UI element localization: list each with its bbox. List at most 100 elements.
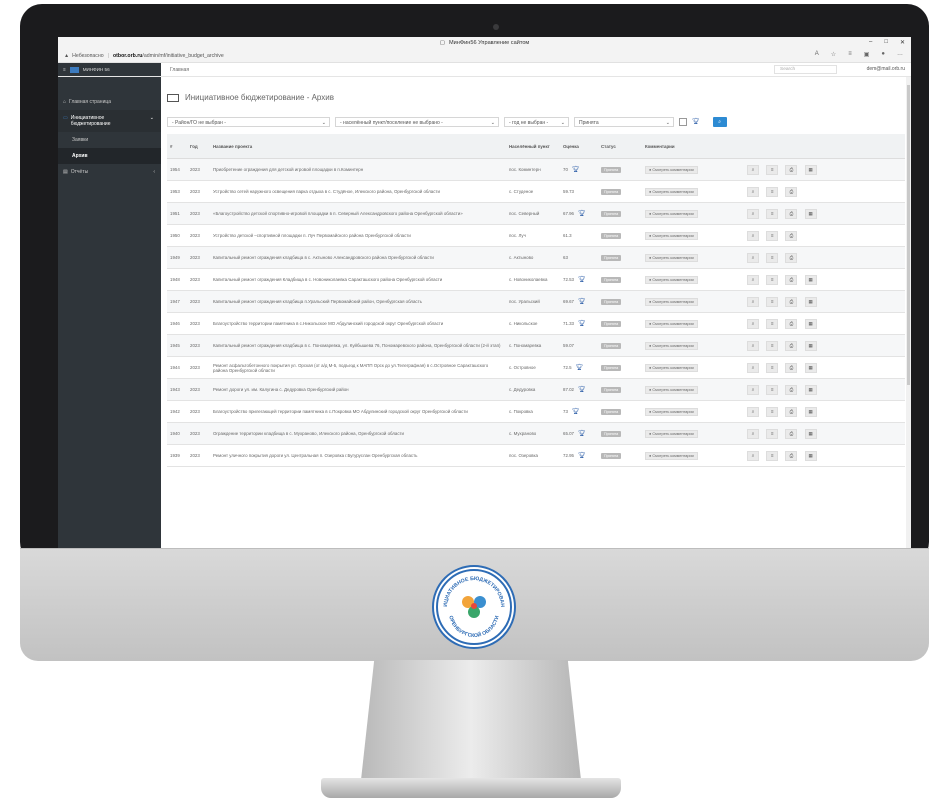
table-row[interactable]: 1940 2023 Ограждение территории кладбища в… [167,422,905,445]
calendar-button[interactable]: ▦ [804,406,817,417]
table-row[interactable]: 1945 2023 Капитальный ремонт ограждения кл… [167,334,905,357]
view-comments-button[interactable]: ● Смотреть комментарии [645,165,698,174]
table-row[interactable]: 1951 2023 «Благоустройство детской спортив… [167,202,905,225]
list-button[interactable]: ≡ [766,186,779,197]
calendar-button[interactable]: ▦ [804,164,817,175]
table-row[interactable]: 1948 2023 Капитальный ремонт ограждения Кл… [167,268,905,291]
view-comments-button[interactable]: ● Смотреть комментарии [645,429,698,438]
list-button[interactable]: ≡ [766,428,779,439]
print-button[interactable]: ⎙ [785,208,798,219]
url-domain[interactable]: otbor.orb.ru [113,53,142,59]
print-button[interactable]: ⎙ [785,230,798,241]
view-button[interactable]: ⌕ [747,318,759,329]
calendar-button[interactable]: ▦ [804,340,817,351]
maximize-icon[interactable]: □ [884,39,888,46]
view-button[interactable]: ⌕ [747,208,759,219]
print-button[interactable]: ⎙ [785,384,798,395]
list-button[interactable]: ≡ [766,252,779,263]
col-comments[interactable]: Комментарии [642,134,744,159]
view-comments-button[interactable]: ● Смотреть комментарии [645,275,698,284]
calendar-button[interactable]: ▦ [804,296,817,307]
scrollbar-thumb[interactable] [907,85,910,385]
calendar-button[interactable]: ▦ [804,362,817,373]
list-button[interactable]: ≡ [766,230,779,241]
sidebar-item-reports[interactable]: ▤ Отчёты ‹ [58,164,161,180]
url-path[interactable]: /admin/mf/initiative_budget_archive [142,53,223,59]
view-button[interactable]: ⌕ [747,406,759,417]
table-row[interactable]: 1954 2023 Приобретение ограждения для детс… [167,158,905,181]
sidebar-item-requests[interactable]: Заявки [58,132,161,148]
menu-toggle-icon[interactable]: ≡ [63,67,66,72]
print-button[interactable]: ⎙ [785,186,798,197]
calendar-button[interactable]: ▦ [804,274,817,285]
view-button[interactable]: ⌕ [747,186,759,197]
list-button[interactable]: ≡ [766,296,779,307]
view-button[interactable]: ⌕ [747,164,759,175]
view-button[interactable]: ⌕ [747,428,759,439]
favorites-bar-icon[interactable]: ≡ [848,51,852,58]
list-button[interactable]: ≡ [766,362,779,373]
year-select[interactable]: - год не выбран - ⌄ [504,116,569,127]
user-email[interactable]: dem@mail.orb.ru [867,66,905,72]
brand[interactable]: ≡ МИНФИН 56 [58,63,161,76]
print-button[interactable]: ⎙ [785,296,798,307]
view-button[interactable]: ⌕ [747,384,759,395]
table-row[interactable]: 1943 2023 Ремонт дороги ул. им. Калугина с… [167,378,905,401]
view-button[interactable]: ⌕ [747,340,759,351]
print-button[interactable]: ⎙ [785,274,798,285]
list-button[interactable]: ≡ [766,450,779,461]
table-row[interactable]: 1939 2023 Ремонт уличного покрытия дороги … [167,444,905,467]
breadcrumb[interactable]: Главная [170,67,189,73]
view-comments-button[interactable]: ● Смотреть комментарии [645,209,698,218]
profile-icon[interactable]: ● [881,51,885,58]
search-button[interactable]: ⌕ [712,116,727,127]
calendar-button[interactable]: ▦ [804,318,817,329]
search-input[interactable]: Search [774,65,837,74]
view-button[interactable]: ⌕ [747,230,759,241]
col-num[interactable]: # [167,134,187,159]
collections-icon[interactable]: ▣ [864,51,870,58]
table-row[interactable]: 1944 2023 Ремонт асфальтобетонного покрыти… [167,356,905,379]
sidebar-item-archive[interactable]: Архив [58,148,161,164]
col-status[interactable]: Статус [598,134,642,159]
col-score[interactable]: Оценка [560,134,598,159]
list-button[interactable]: ≡ [766,274,779,285]
calendar-button[interactable]: ▦ [804,384,817,395]
view-button[interactable]: ⌕ [747,252,759,263]
list-button[interactable]: ≡ [766,164,779,175]
calendar-button[interactable]: ▦ [804,208,817,219]
print-button[interactable]: ⎙ [785,450,798,461]
favorite-icon[interactable]: ☆ [831,51,836,58]
print-button[interactable]: ⎙ [785,340,798,351]
table-row[interactable]: 1946 2023 Благоустройство территории памят… [167,312,905,335]
view-comments-button[interactable]: ● Смотреть комментарии [645,341,698,350]
minimize-icon[interactable]: – [869,39,872,46]
list-button[interactable]: ≡ [766,406,779,417]
calendar-button[interactable]: ▦ [804,450,817,461]
print-button[interactable]: ⎙ [785,252,798,263]
table-row[interactable]: 1942 2023 Благоустройство прилегающей терр… [167,400,905,423]
address-bar[interactable]: ▲ Небезопасно | otbor.orb.ru /admin/mf/i… [58,49,911,63]
list-button[interactable]: ≡ [766,208,779,219]
more-icon[interactable]: … [897,51,903,58]
winner-checkbox[interactable] [679,117,687,126]
view-comments-button[interactable]: ● Смотреть комментарии [645,253,698,262]
print-button[interactable]: ⎙ [785,164,798,175]
list-button[interactable]: ≡ [766,384,779,395]
print-button[interactable]: ⎙ [785,362,798,373]
print-button[interactable]: ⎙ [785,428,798,439]
view-comments-button[interactable]: ● Смотреть комментарии [645,231,698,240]
list-button[interactable]: ≡ [766,318,779,329]
view-comments-button[interactable]: ● Смотреть комментарии [645,297,698,306]
table-row[interactable]: 1949 2023 Капитальный ремонт ограждения кл… [167,246,905,269]
view-button[interactable]: ⌕ [747,450,759,461]
table-row[interactable]: 1950 2023 Устройство детской –спортивной п… [167,224,905,247]
list-button[interactable]: ≡ [766,340,779,351]
read-aloud-icon[interactable]: A [815,51,819,58]
view-comments-button[interactable]: ● Смотреть комментарии [645,407,698,416]
col-place[interactable]: Населённый пункт [506,134,560,159]
view-button[interactable]: ⌕ [747,362,759,373]
view-comments-button[interactable]: ● Смотреть комментарии [645,187,698,196]
settlement-select[interactable]: - населённый пункт/поселение не выбрано … [335,116,499,127]
col-year[interactable]: Год [187,134,210,159]
